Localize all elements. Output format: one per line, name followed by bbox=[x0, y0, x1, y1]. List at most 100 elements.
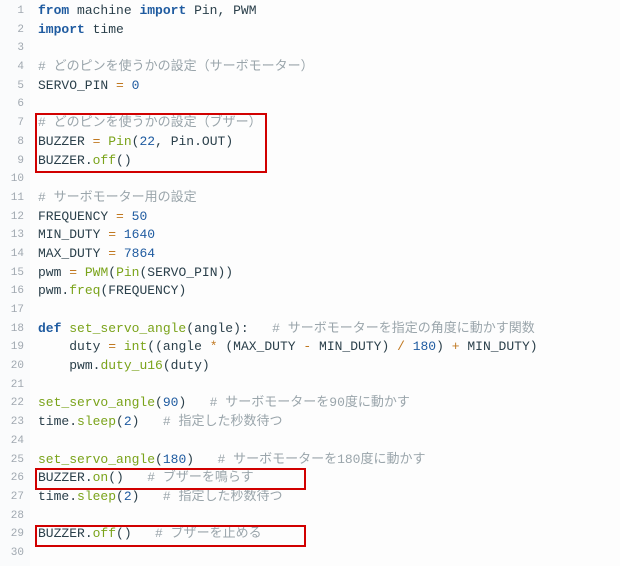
token-builtin: int bbox=[124, 339, 147, 354]
token-punc: ) bbox=[202, 358, 210, 373]
token-fn: set_servo_angle bbox=[38, 452, 155, 467]
token-fn: duty_u16 bbox=[100, 358, 162, 373]
token-punc: ( bbox=[116, 414, 124, 429]
token-fn: sleep bbox=[77, 414, 116, 429]
token-op: = bbox=[116, 209, 124, 224]
code-line[interactable]: # どのピンを使うかの設定（ブザー） bbox=[38, 114, 620, 133]
token-punc: () bbox=[108, 470, 124, 485]
token-sp bbox=[249, 321, 272, 336]
line-number: 29 bbox=[0, 525, 30, 544]
line-number: 11 bbox=[0, 189, 30, 208]
token-sp bbox=[77, 265, 85, 280]
token-punc: . bbox=[69, 489, 77, 504]
token-sp bbox=[163, 134, 171, 149]
code-line[interactable]: BUZZER.off() # ブザーを止める bbox=[38, 525, 620, 544]
token-cmt: # サーボモーター用の設定 bbox=[38, 190, 197, 205]
token-builtin: Pin bbox=[108, 134, 131, 149]
code-line[interactable] bbox=[38, 301, 620, 320]
token-id: time bbox=[93, 22, 124, 37]
code-line[interactable] bbox=[38, 432, 620, 451]
token-num: 180 bbox=[413, 339, 436, 354]
line-number: 28 bbox=[0, 507, 30, 526]
code-line[interactable]: pwm = PWM(Pin(SERVO_PIN)) bbox=[38, 264, 620, 283]
token-id: angle bbox=[163, 339, 202, 354]
token-id: MIN_DUTY bbox=[467, 339, 529, 354]
token-punc: ( bbox=[155, 395, 163, 410]
token-id: PWM bbox=[233, 3, 256, 18]
token-num: 2 bbox=[124, 414, 132, 429]
token-num: 2 bbox=[124, 489, 132, 504]
line-number: 26 bbox=[0, 469, 30, 488]
token-id: FREQUENCY bbox=[38, 209, 108, 224]
code-line[interactable]: time.sleep(2) # 指定した秒数待つ bbox=[38, 413, 620, 432]
token-op: + bbox=[452, 339, 460, 354]
line-number: 22 bbox=[0, 394, 30, 413]
token-cmt: # 指定した秒数待つ bbox=[163, 489, 283, 504]
code-line[interactable]: import time bbox=[38, 21, 620, 40]
code-line[interactable]: BUZZER = Pin(22, Pin.OUT) bbox=[38, 133, 620, 152]
token-fn: freq bbox=[69, 283, 100, 298]
token-kw: import bbox=[38, 22, 85, 37]
code-line[interactable]: pwm.duty_u16(duty) bbox=[38, 357, 620, 376]
code-line[interactable] bbox=[38, 544, 620, 563]
code-line[interactable]: from machine import Pin, PWM bbox=[38, 2, 620, 21]
token-kw: import bbox=[139, 3, 186, 18]
token-punc: ( bbox=[108, 265, 116, 280]
token-cmt: # どのピンを使うかの設定（ブザー） bbox=[38, 115, 262, 130]
code-line[interactable]: set_servo_angle(180) # サーボモーターを180度に動かす bbox=[38, 451, 620, 470]
line-number: 24 bbox=[0, 432, 30, 451]
line-number: 20 bbox=[0, 357, 30, 376]
code-line[interactable]: MIN_DUTY = 1640 bbox=[38, 226, 620, 245]
code-line[interactable]: # どのピンを使うかの設定（サーボモーター） bbox=[38, 58, 620, 77]
line-number: 27 bbox=[0, 488, 30, 507]
token-punc: ) bbox=[178, 283, 186, 298]
code-line[interactable] bbox=[38, 376, 620, 395]
code-line[interactable]: MAX_DUTY = 7864 bbox=[38, 245, 620, 264]
line-number: 5 bbox=[0, 77, 30, 96]
token-id: MAX_DUTY bbox=[233, 339, 295, 354]
token-fn: set_servo_angle bbox=[38, 395, 155, 410]
token-sp bbox=[38, 339, 69, 354]
token-def: def bbox=[38, 321, 61, 336]
line-number: 6 bbox=[0, 95, 30, 114]
code-line[interactable]: BUZZER.on() # ブザーを鳴らす bbox=[38, 469, 620, 488]
token-op: = bbox=[108, 246, 116, 261]
code-line[interactable]: def set_servo_angle(angle): # サーボモーターを指定… bbox=[38, 320, 620, 339]
token-num: 1640 bbox=[124, 227, 155, 242]
code-line[interactable] bbox=[38, 507, 620, 526]
token-num: 90 bbox=[163, 395, 179, 410]
token-id: duty bbox=[171, 358, 202, 373]
token-id: pwm bbox=[69, 358, 92, 373]
token-op: * bbox=[210, 339, 218, 354]
line-number: 8 bbox=[0, 133, 30, 152]
code-line[interactable]: FREQUENCY = 50 bbox=[38, 208, 620, 227]
code-line[interactable]: BUZZER.off() bbox=[38, 152, 620, 171]
code-line[interactable]: set_servo_angle(90) # サーボモーターを90度に動かす bbox=[38, 394, 620, 413]
token-sp bbox=[139, 414, 162, 429]
token-op: = bbox=[116, 78, 124, 93]
token-sp bbox=[444, 339, 452, 354]
token-punc: . bbox=[85, 470, 93, 485]
token-sp bbox=[124, 78, 132, 93]
code-line[interactable]: duty = int((angle * (MAX_DUTY - MIN_DUTY… bbox=[38, 338, 620, 357]
code-line[interactable]: pwm.freq(FREQUENCY) bbox=[38, 282, 620, 301]
code-line[interactable]: SERVO_PIN = 0 bbox=[38, 77, 620, 96]
token-cmt: # 指定した秒数待つ bbox=[163, 414, 283, 429]
code-line[interactable] bbox=[38, 170, 620, 189]
code-line[interactable]: time.sleep(2) # 指定した秒数待つ bbox=[38, 488, 620, 507]
code-line[interactable] bbox=[38, 39, 620, 58]
code-area[interactable]: from machine import Pin, PWMimport time #… bbox=[30, 0, 620, 566]
code-editor[interactable]: 1234567891011121314151617181920212223242… bbox=[0, 0, 620, 566]
line-number-gutter: 1234567891011121314151617181920212223242… bbox=[0, 0, 30, 566]
token-num: 50 bbox=[132, 209, 148, 224]
code-line[interactable] bbox=[38, 95, 620, 114]
code-line[interactable]: # サーボモーター用の設定 bbox=[38, 189, 620, 208]
token-sp bbox=[202, 339, 210, 354]
token-id: MAX_DUTY bbox=[38, 246, 100, 261]
token-punc: )) bbox=[218, 265, 234, 280]
token-fn: off bbox=[93, 153, 116, 168]
token-punc: () bbox=[116, 153, 132, 168]
line-number: 19 bbox=[0, 338, 30, 357]
token-sp bbox=[108, 209, 116, 224]
token-cmt: # サーボモーターを90度に動かす bbox=[210, 395, 410, 410]
